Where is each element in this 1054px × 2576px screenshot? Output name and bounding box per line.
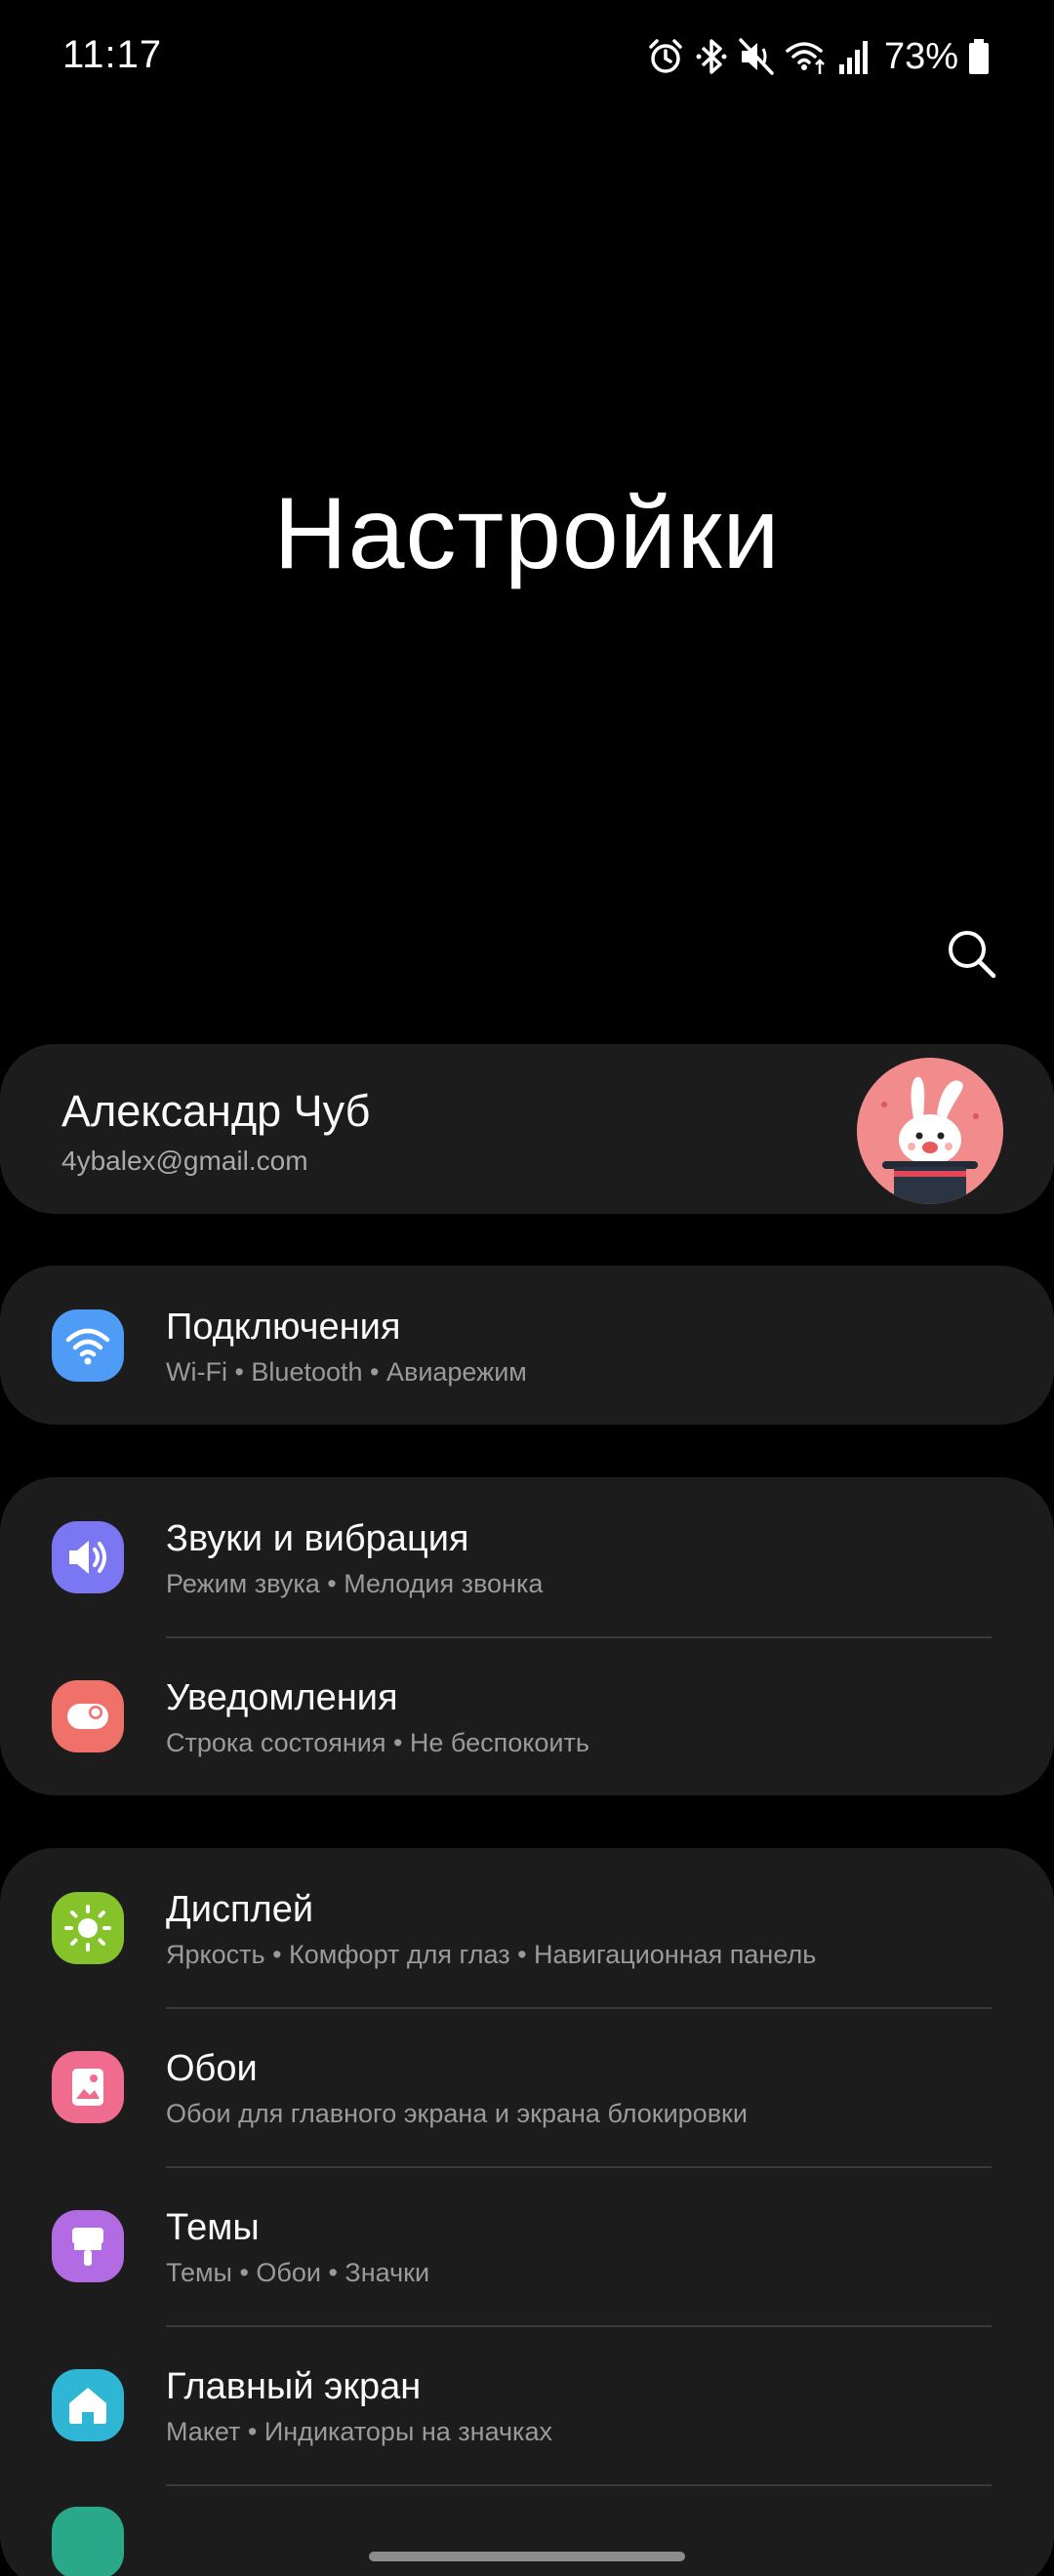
settings-group-display: Дисплей Яркость • Комфорт для глаз • Нав… bbox=[0, 1848, 1054, 2576]
settings-item-notifications[interactable]: Уведомления Строка состояния • Не беспок… bbox=[0, 1636, 1054, 1795]
settings-screen: 11:17 73% Настройки Александр Чуб 4ybale… bbox=[0, 0, 1054, 2576]
account-email: 4ybalex@gmail.com bbox=[61, 1146, 308, 1176]
home-icon bbox=[52, 2368, 124, 2441]
brush-icon bbox=[52, 2209, 124, 2282]
settings-item-connections[interactable]: Подключения Wi-Fi • Bluetooth • Авиарежи… bbox=[0, 1266, 1054, 1425]
settings-group-connections: Подключения Wi-Fi • Bluetooth • Авиарежи… bbox=[0, 1266, 1054, 1425]
volume-icon bbox=[52, 1520, 124, 1593]
settings-item-home-screen[interactable]: Главный экран Макет • Индикаторы на знач… bbox=[0, 2325, 1054, 2484]
avatar[interactable] bbox=[857, 1058, 1003, 1204]
settings-item-title: Подключения bbox=[166, 1307, 401, 1348]
alarm-icon bbox=[646, 37, 685, 76]
settings-item-subtitle: Строка состояния • Не беспокоить bbox=[166, 1728, 589, 1757]
status-bar: 11:17 73% bbox=[0, 0, 1054, 115]
settings-item-title: Обои bbox=[166, 2048, 258, 2089]
wifi-icon bbox=[52, 1308, 124, 1382]
bunny-avatar-icon bbox=[857, 1058, 1003, 1204]
battery-icon bbox=[968, 37, 990, 76]
settings-group-sounds: Звуки и вибрация Режим звука • Мелодия з… bbox=[0, 1477, 1054, 1795]
search-icon bbox=[949, 931, 996, 979]
image-icon bbox=[52, 2050, 124, 2123]
settings-item-title: Темы bbox=[166, 2207, 260, 2248]
settings-item-partial[interactable] bbox=[0, 2484, 1054, 2576]
notification-icon bbox=[52, 1679, 124, 1752]
wifi-icon bbox=[785, 37, 828, 76]
settings-item-subtitle: Режим звука • Мелодия звонка bbox=[166, 1569, 544, 1598]
gesture-handle[interactable] bbox=[369, 2552, 685, 2561]
settings-item-title: Дисплей bbox=[166, 1889, 314, 1930]
settings-item-themes[interactable]: Темы Темы • Обои • Значки bbox=[0, 2166, 1054, 2325]
settings-item-title: Главный экран bbox=[166, 2366, 422, 2407]
sun-icon bbox=[52, 1891, 124, 1964]
settings-item-subtitle: Яркость • Комфорт для глаз • Навигационн… bbox=[166, 1940, 817, 1969]
settings-item-subtitle: Темы • Обои • Значки bbox=[166, 2258, 430, 2287]
settings-item-display[interactable]: Дисплей Яркость • Комфорт для глаз • Нав… bbox=[0, 1848, 1054, 2007]
settings-item-subtitle: Макет • Индикаторы на значках bbox=[166, 2417, 552, 2446]
bluetooth-icon bbox=[695, 37, 728, 76]
partial-item-icon bbox=[52, 2507, 124, 2576]
settings-item-title: Уведомления bbox=[166, 1677, 398, 1718]
page-title: Настройки bbox=[273, 477, 781, 590]
settings-item-subtitle: Wi-Fi • Bluetooth • Авиарежим bbox=[166, 1357, 527, 1387]
signal-icon bbox=[837, 37, 871, 76]
settings-item-sounds[interactable]: Звуки и вибрация Режим звука • Мелодия з… bbox=[0, 1477, 1054, 1636]
settings-item-wallpaper[interactable]: Обои Обои для главного экрана и экрана б… bbox=[0, 2007, 1054, 2166]
account-name: Александр Чуб bbox=[61, 1086, 371, 1136]
mute-icon bbox=[738, 37, 775, 76]
settings-item-subtitle: Обои для главного экрана и экрана блокир… bbox=[166, 2099, 748, 2128]
status-time: 11:17 bbox=[62, 33, 163, 76]
search-button[interactable] bbox=[943, 925, 1001, 984]
settings-item-title: Звуки и вибрация bbox=[166, 1518, 469, 1559]
status-icons: 73% bbox=[646, 33, 990, 80]
battery-percent: 73% bbox=[883, 35, 958, 77]
